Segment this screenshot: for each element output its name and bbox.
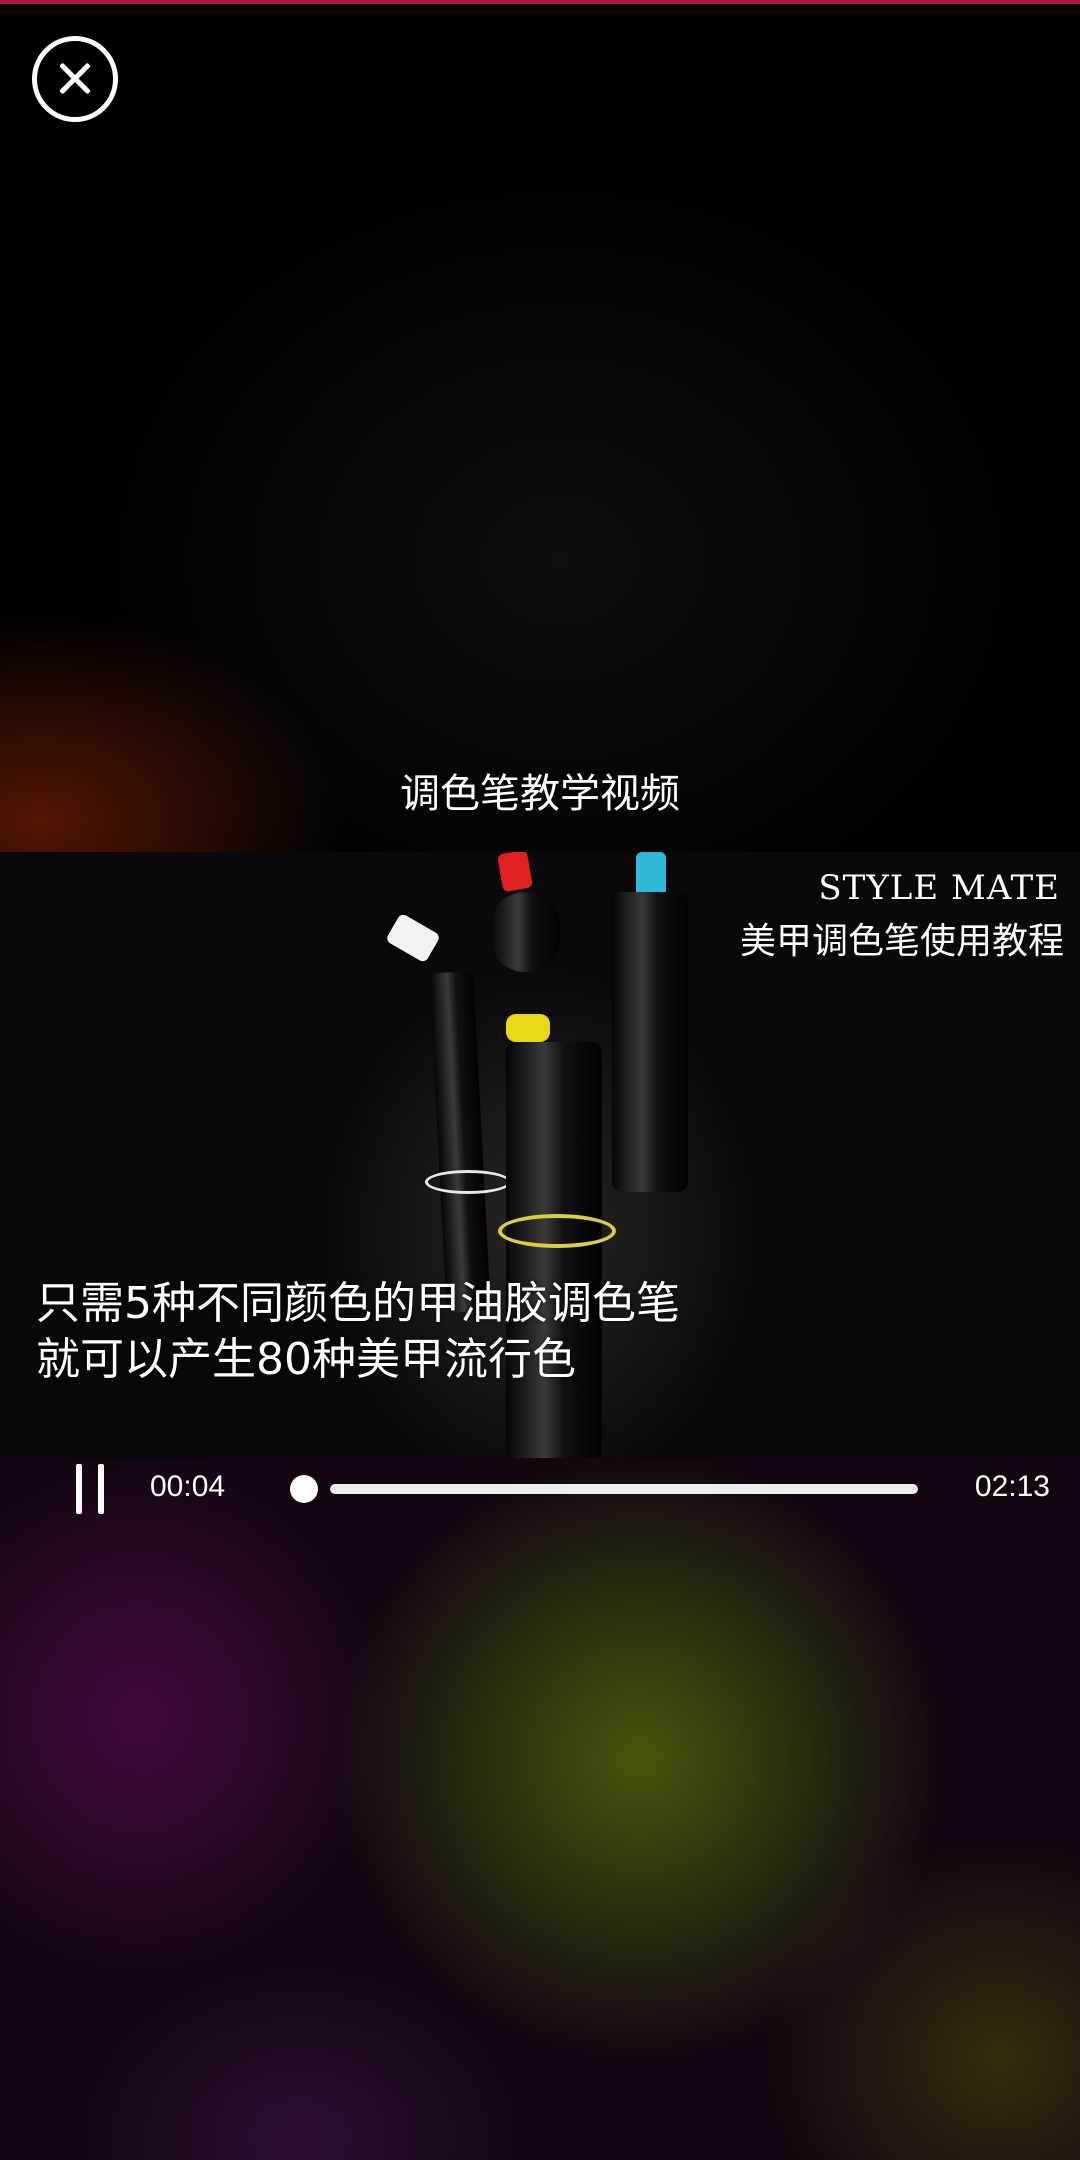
video-frame[interactable]: STYLE MATE 美甲调色笔使用教程 只需5种不同颜色的甲油胶调色笔 就可以… bbox=[0, 852, 1080, 1458]
player-controls: 00:04 02:13 bbox=[0, 1458, 1080, 1522]
video-title: 调色笔教学视频 bbox=[400, 771, 680, 817]
seek-track bbox=[330, 1484, 918, 1494]
video-subtitle: 美甲调色笔使用教程 bbox=[739, 921, 1064, 962]
caption-line: 就可以产生80种美甲流行色 bbox=[36, 1334, 576, 1385]
brand-logo: STYLE MATE bbox=[818, 868, 1060, 908]
top-accent-bar bbox=[0, 0, 1080, 4]
close-button[interactable] bbox=[32, 36, 118, 122]
video-player-screen: 调色笔教学视频 STYLE MATE 美甲调色笔使用教程 只需5种不同颜色的甲油… bbox=[0, 0, 1080, 2160]
pause-button[interactable] bbox=[70, 1464, 110, 1514]
caption-line: 只需5种不同颜色的甲油胶调色笔 bbox=[36, 1278, 680, 1329]
seek-thumb[interactable] bbox=[290, 1475, 318, 1503]
total-time: 02:13 bbox=[974, 1470, 1050, 1503]
seek-bar[interactable] bbox=[290, 1462, 920, 1514]
current-time: 00:04 bbox=[150, 1470, 226, 1503]
blurred-background bbox=[0, 1458, 1080, 2160]
